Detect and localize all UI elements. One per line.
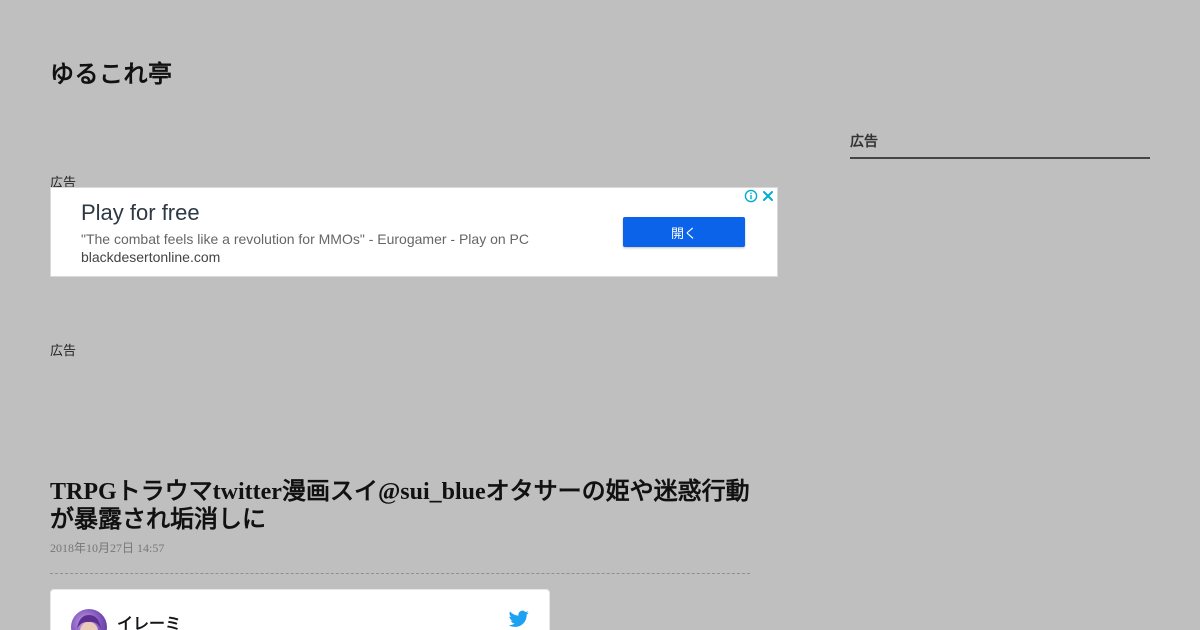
ad-choices [744, 189, 775, 203]
article-date: 2018年10月27日 14:57 [50, 541, 165, 555]
ad-banner[interactable]: Play for free "The combat feels like a r… [50, 187, 778, 277]
sidebar-ad-heading: 広告 [850, 131, 1150, 159]
twitter-bird-icon[interactable] [508, 610, 529, 630]
ad-description: "The combat feels like a revolution for … [81, 231, 529, 247]
ad-headline[interactable]: Play for free [81, 200, 200, 226]
embedded-tweet[interactable]: イレーミ [50, 589, 550, 630]
page: ゆるこれ亭 広告 Play for free "The combat feels… [0, 0, 1200, 630]
ad-open-button[interactable]: 開く [623, 217, 745, 247]
avatar[interactable] [71, 609, 107, 630]
close-icon[interactable] [761, 189, 775, 203]
site-title[interactable]: ゆるこれ亭 [50, 54, 173, 89]
tweet-author-name[interactable]: イレーミ [117, 610, 181, 630]
article-title[interactable]: TRPGトラウマtwitter漫画スイ@sui_blueオタサーの姫や迷惑行動が… [50, 478, 750, 534]
adchoices-info-icon[interactable] [744, 189, 758, 203]
divider [50, 573, 750, 574]
ad-label: 広告 [50, 344, 77, 359]
ad-domain[interactable]: blackdesertonline.com [81, 249, 220, 265]
